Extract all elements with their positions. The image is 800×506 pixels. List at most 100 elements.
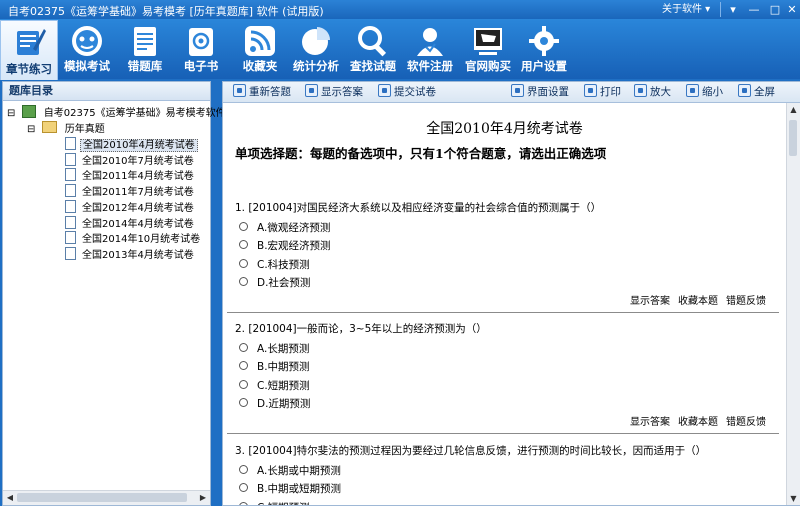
about-software-menu[interactable]: 关于软件 ▾ [662,2,721,17]
zoom-out-button[interactable]: 缩小 [686,84,723,100]
radio-button[interactable] [239,343,248,352]
user-register-icon [412,23,448,59]
printer-icon [584,84,597,97]
scroll-right-arrow[interactable]: ▶ [196,491,210,505]
exam-title: 全国2010年4月统考试卷 [426,121,583,137]
restart-button[interactable]: 重新答题 [233,84,291,100]
document-icon [65,246,76,260]
refresh-icon [233,84,246,97]
radio-button[interactable] [239,379,248,389]
divider [227,312,779,313]
document-icon [65,231,76,245]
radio-button[interactable] [239,501,248,505]
answer-option[interactable]: B.中期预测 [239,359,310,374]
exam-content: 全国2010年4月统考试卷 单项选择题：每题的备选项中，只有1个符合题意，请选出… [223,103,786,505]
answer-option[interactable]: A.长期或中期预测 [239,463,341,478]
document-icon [65,168,76,182]
magnifier-icon [355,23,391,59]
panel-title: 题库目录 [3,82,210,101]
answer-option[interactable]: C.短期预测 [239,500,310,505]
radio-button[interactable] [239,240,248,250]
tree-item-exam-paper[interactable]: 全国2011年7月统考试卷 [65,184,196,199]
toolbar-search-questions[interactable]: 查找试题 [346,21,400,77]
section-heading: 单项选择题：每题的备选项中，只有1个符合题意，请选出正确选项 [235,146,607,161]
question-text: 3. [201004]特尔斐法的预测过程因为要经过几轮信息反馈，进行预测的时间比… [235,445,707,457]
report-error-link[interactable]: 错题反馈 [726,417,766,428]
database-icon [21,105,36,118]
scroll-thumb[interactable] [17,493,187,502]
tree-item-exam-paper[interactable]: 全国2014年4月统考试卷 [65,215,196,231]
gear-icon [526,23,562,59]
answer-option[interactable]: B.中期或短期预测 [239,481,341,496]
tree-item-exam-paper[interactable]: 全国2013年4月统考试卷 [65,246,196,262]
bookmark-link[interactable]: 收藏本题 [678,417,718,428]
bookmark-link[interactable]: 收藏本题 [678,296,718,307]
collapse-icon[interactable]: ⊟ [27,124,35,135]
tree-item-exam-paper[interactable]: 全国2010年4月统考试卷 [65,137,198,152]
toolbar-mock-exam[interactable]: 模拟考试 [58,21,116,77]
question-actions: 显示答案 收藏本题 错题反馈 [622,292,766,307]
question-text: 2. [201004]一般而论，3~5年以上的经济预测为（） [235,323,487,335]
toolbar-user-settings[interactable]: 用户设置 [516,21,572,77]
submit-exam-button[interactable]: 提交试卷 [378,84,436,100]
collapse-icon[interactable]: ⊟ [7,108,15,119]
toolbar-chapter-practice[interactable]: 章节练习 [0,20,58,80]
interface-settings-button[interactable]: 界面设置 [511,84,569,100]
exam-panel: 重新答题 显示答案 提交试卷 界面设置 打印 放大 缩小 全屏 全国2010年4… [222,81,800,506]
answer-option[interactable]: C.科技预测 [239,257,310,272]
ebook-icon [183,23,219,59]
scroll-thumb[interactable] [789,120,797,156]
show-answer-link[interactable]: 显示答案 [630,296,670,307]
question-bank-panel: 题库目录 ⊟ 自考02375《运筹学基础》易考模考软件 ⊟ 历年真题 全国201… [2,81,226,506]
toolbar-statistics[interactable]: 统计分析 [288,21,344,77]
title-bar: 自考02375《运筹学基础》易考模考 [历年真题库] 软件 (试用版) 关于软件… [0,0,800,19]
scroll-up-arrow[interactable]: ▲ [787,103,800,116]
scroll-left-arrow[interactable]: ◀ [3,491,17,505]
scroll-down-arrow[interactable]: ▼ [787,492,800,505]
tree-root[interactable]: ⊟ 自考02375《运筹学基础》易考模考软件 [7,105,228,120]
toolbar-favorites[interactable]: 收藏夹 [232,21,288,77]
answer-option[interactable]: B.宏观经济预测 [239,238,331,253]
report-error-link[interactable]: 错题反馈 [726,296,766,307]
answer-option[interactable]: D.社会预测 [239,275,310,290]
zoom-in-button[interactable]: 放大 [634,84,671,100]
answer-option[interactable]: A.微观经济预测 [239,220,330,235]
answer-option[interactable]: C.短期预测 [239,378,310,393]
tree-item-exam-paper[interactable]: 全国2010年7月统考试卷 [65,152,196,168]
document-icon [65,199,76,213]
toolbar-buy-online[interactable]: 官网购买 [460,21,516,77]
show-answer-button[interactable]: 显示答案 [305,84,363,100]
pie-chart-icon [298,23,334,59]
tree-folder-past-exams[interactable]: ⊟ 历年真题 [27,121,107,136]
radio-button[interactable] [239,222,248,231]
toolbar-wrong-answers[interactable]: 错题库 [118,21,172,77]
answer-option[interactable]: A.长期预测 [239,341,309,356]
clipboard-icon [127,23,163,59]
question-actions: 显示答案 收藏本题 错题反馈 [622,413,766,428]
vertical-scrollbar[interactable]: ▲ ▼ [786,103,800,505]
folder-icon [41,121,57,133]
menu-dropdown-button[interactable]: ▾ [723,2,743,17]
answer-option[interactable]: D.近期预测 [239,396,310,411]
document-icon [65,137,76,150]
print-button[interactable]: 打印 [584,84,621,100]
close-button[interactable]: ✕ [782,2,800,17]
radio-button[interactable] [239,276,248,286]
toolbar-register[interactable]: 软件注册 [402,21,458,77]
divider [227,433,779,434]
radio-button[interactable] [239,397,248,407]
radio-button[interactable] [239,258,248,268]
radio-button[interactable] [239,465,248,474]
headset-icon [69,23,105,59]
rss-icon [242,23,278,59]
horizontal-scrollbar[interactable]: ◀ ▶ [3,490,210,505]
tree-item-exam-paper[interactable]: 全国2012年4月统考试卷 [65,199,196,215]
radio-button[interactable] [239,483,248,493]
radio-button[interactable] [239,361,248,371]
tree-item-exam-paper[interactable]: 全国2014年10月统考试卷 [65,231,202,246]
tree-item-exam-paper[interactable]: 全国2011年4月统考试卷 [65,168,196,183]
fullscreen-button[interactable]: 全屏 [738,84,775,100]
minimize-button[interactable]: — [744,2,764,17]
show-answer-link[interactable]: 显示答案 [630,417,670,428]
toolbar-ebook[interactable]: 电子书 [174,21,228,77]
